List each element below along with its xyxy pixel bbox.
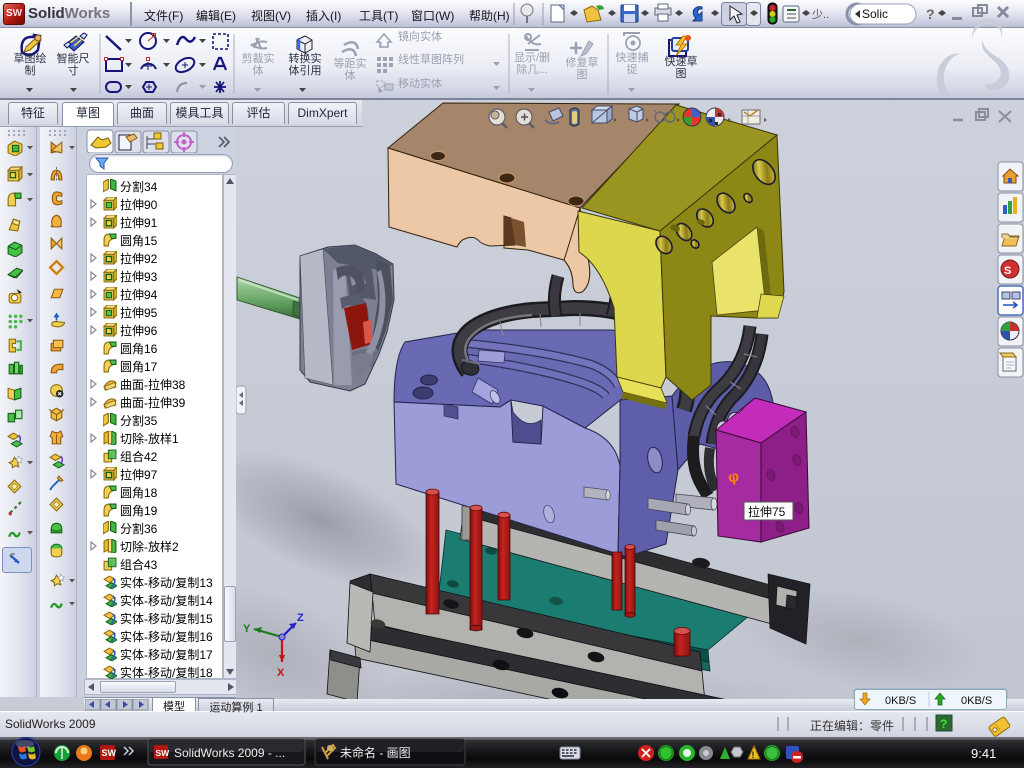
svg-text:?: ? [940, 717, 947, 731]
svg-text:SolidWorks 2009 - ...: SolidWorks 2009 - ... [174, 746, 285, 760]
svg-text:SW: SW [156, 748, 171, 758]
svg-text:!: ! [380, 41, 382, 50]
svg-text:S: S [1004, 265, 1011, 277]
svg-text:拉伸75: 拉伸75 [748, 504, 786, 519]
svg-text:0KB/S: 0KB/S [961, 695, 992, 707]
svg-text:!: ! [752, 750, 755, 760]
svg-text:X: X [277, 667, 285, 679]
svg-text:Z: Z [297, 612, 304, 624]
svg-text:SW: SW [102, 748, 117, 758]
svg-text:0KB/S: 0KB/S [885, 695, 916, 707]
svg-text:未命名 - 画图: 未命名 - 画图 [340, 745, 411, 760]
svg-text:9:41: 9:41 [971, 746, 996, 761]
svg-text:Y: Y [243, 623, 251, 635]
